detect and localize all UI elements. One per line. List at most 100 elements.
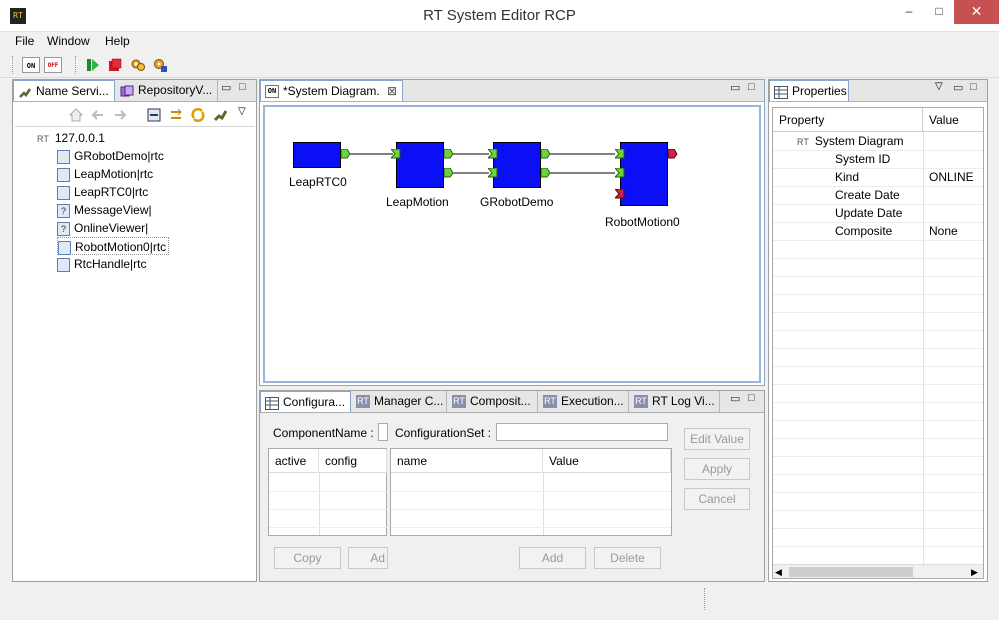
exit-gear-icon[interactable] [152, 57, 168, 73]
column-header-name[interactable]: name [391, 449, 543, 473]
outport-icon[interactable] [541, 168, 551, 178]
config-params-table[interactable]: name Value [390, 448, 672, 536]
config-set-table[interactable]: active config [268, 448, 387, 536]
rt-icon: RT [356, 395, 370, 408]
component-leapmotion[interactable] [396, 142, 444, 188]
activate-icon[interactable] [86, 58, 100, 72]
refresh-icon[interactable] [191, 107, 205, 123]
minimize-view-icon[interactable]: ▭ [730, 81, 740, 94]
tab-composite[interactable]: RT Composit... [448, 391, 538, 412]
edit-value-button[interactable]: Edit Value [684, 428, 750, 450]
column-header-value[interactable]: Value [923, 108, 983, 132]
component-name-field[interactable] [378, 423, 388, 441]
grid-line [773, 276, 983, 277]
configuration-panel: Configura... RT Manager C... RT Composit… [259, 390, 765, 582]
column-header-property[interactable]: Property [773, 108, 923, 132]
inport-icon[interactable] [615, 149, 625, 159]
tree-item-messageview[interactable]: ? MessageView| [57, 201, 152, 219]
menu-window[interactable]: Window [47, 34, 90, 48]
tree-root-localhost[interactable]: RT 127.0.0.1 [37, 129, 105, 147]
close-button[interactable]: ✕ [954, 0, 999, 24]
component-robotmotion0[interactable] [620, 142, 668, 206]
outport-icon[interactable] [444, 149, 454, 159]
outport-icon[interactable] [541, 149, 551, 159]
tree-item-onlineviewer[interactable]: ? OnlineViewer| [57, 219, 148, 237]
column-header-config[interactable]: config [319, 449, 387, 473]
view-menu-chevron-icon[interactable]: ▽ [238, 106, 246, 117]
apply-button[interactable]: Apply [684, 458, 750, 480]
maximize-view-icon[interactable]: □ [970, 81, 977, 93]
inport-icon[interactable] [488, 168, 498, 178]
outport-icon[interactable] [444, 168, 454, 178]
link-editor-icon[interactable] [169, 108, 183, 122]
copy-button[interactable]: Copy [274, 547, 341, 569]
properties-table[interactable]: Property Value RT System Diagram System I… [772, 107, 984, 579]
tree-item-robotmotion0[interactable]: RobotMotion0|rtc [57, 237, 170, 255]
toolbar-separator [75, 56, 77, 74]
grid-line [773, 348, 983, 349]
inport-icon[interactable] [488, 149, 498, 159]
horizontal-scrollbar[interactable]: ◀ ▶ [773, 564, 983, 578]
tab-execution-context[interactable]: RT Execution... [539, 391, 629, 412]
app-icon: RT [10, 8, 26, 24]
all-on-icon[interactable]: ON [22, 57, 40, 73]
home-icon[interactable] [68, 108, 84, 122]
tree-item-grobotdemo[interactable]: GRobotDemo|rtc [57, 147, 164, 165]
deactivate-icon[interactable] [108, 58, 122, 72]
minimize-view-icon[interactable]: ▭ [730, 392, 740, 405]
cancel-button[interactable]: Cancel [684, 488, 750, 510]
close-tab-icon[interactable]: ⊠ [387, 81, 397, 101]
delete-button[interactable]: Delete [594, 547, 661, 569]
scrollbar-thumb[interactable] [789, 567, 913, 577]
name-service-tabbar: Name Servi... RepositoryV... ▭ □ [13, 80, 256, 102]
scroll-right-icon[interactable]: ▶ [971, 565, 978, 579]
minimize-button[interactable]: – [894, 0, 924, 24]
property-root-row[interactable]: RT System Diagram [797, 132, 983, 150]
component-leaprtc0[interactable] [293, 142, 341, 168]
inport-icon[interactable] [615, 168, 625, 178]
inport-icon[interactable] [391, 149, 401, 159]
status-separator [704, 588, 705, 610]
tree-item-label: OnlineViewer| [74, 221, 149, 235]
column-header-value[interactable]: Value [543, 449, 671, 473]
connect-plug-icon[interactable] [213, 108, 228, 122]
scroll-left-icon[interactable]: ◀ [775, 565, 782, 579]
tab-system-diagram[interactable]: ON *System Diagram. ⊠ [260, 80, 403, 101]
minimize-view-icon[interactable]: ▭ [221, 81, 231, 94]
all-off-icon[interactable]: OFF [44, 57, 62, 73]
tab-properties[interactable]: Properties [769, 80, 849, 101]
maximize-button[interactable]: □ [924, 0, 954, 24]
tree-item-rtchandle[interactable]: RtcHandle|rtc [57, 255, 146, 273]
outport-icon[interactable] [668, 149, 678, 159]
component-grobotdemo[interactable] [493, 142, 541, 188]
add-config-set-button[interactable]: Ad [348, 547, 388, 569]
collapse-all-icon[interactable] [147, 108, 161, 122]
tab-repository-view[interactable]: RepositoryV... [116, 80, 218, 101]
minimize-view-icon[interactable]: ▭ [953, 81, 963, 94]
add-button[interactable]: Add [519, 547, 586, 569]
maximize-view-icon[interactable]: □ [239, 81, 246, 93]
tree-item-label: MessageView| [74, 203, 152, 217]
back-arrow-icon[interactable] [91, 108, 105, 122]
tab-manager-control[interactable]: RT Manager C... [352, 391, 447, 412]
grid-line [773, 294, 983, 295]
menu-help[interactable]: Help [105, 34, 130, 48]
tab-rt-log-view[interactable]: RT RT Log Vi... [630, 391, 720, 412]
reset-gear-icon[interactable] [130, 57, 146, 73]
tab-name-service[interactable]: Name Servi... [13, 80, 115, 101]
forward-arrow-icon[interactable] [113, 108, 127, 122]
tree-item-leapmotion[interactable]: LeapMotion|rtc [57, 165, 153, 183]
diagram-canvas[interactable]: LeapRTC0 LeapMotion GRobotDemo RobotMoti… [263, 105, 761, 383]
tab-configuration[interactable]: Configura... [260, 391, 351, 412]
grid-line [773, 528, 983, 529]
rt-icon: RT [634, 395, 648, 408]
maximize-view-icon[interactable]: □ [748, 392, 755, 404]
view-menu-chevron-icon[interactable]: ▽ [935, 81, 943, 92]
column-header-active[interactable]: active [269, 449, 319, 473]
menu-file[interactable]: File [15, 34, 34, 48]
configuration-set-field[interactable] [496, 423, 668, 441]
tree-item-leaprtc0[interactable]: LeapRTC0|rtc [57, 183, 148, 201]
outport-icon[interactable] [341, 149, 351, 159]
inport-icon[interactable] [615, 189, 625, 199]
maximize-view-icon[interactable]: □ [748, 81, 755, 93]
